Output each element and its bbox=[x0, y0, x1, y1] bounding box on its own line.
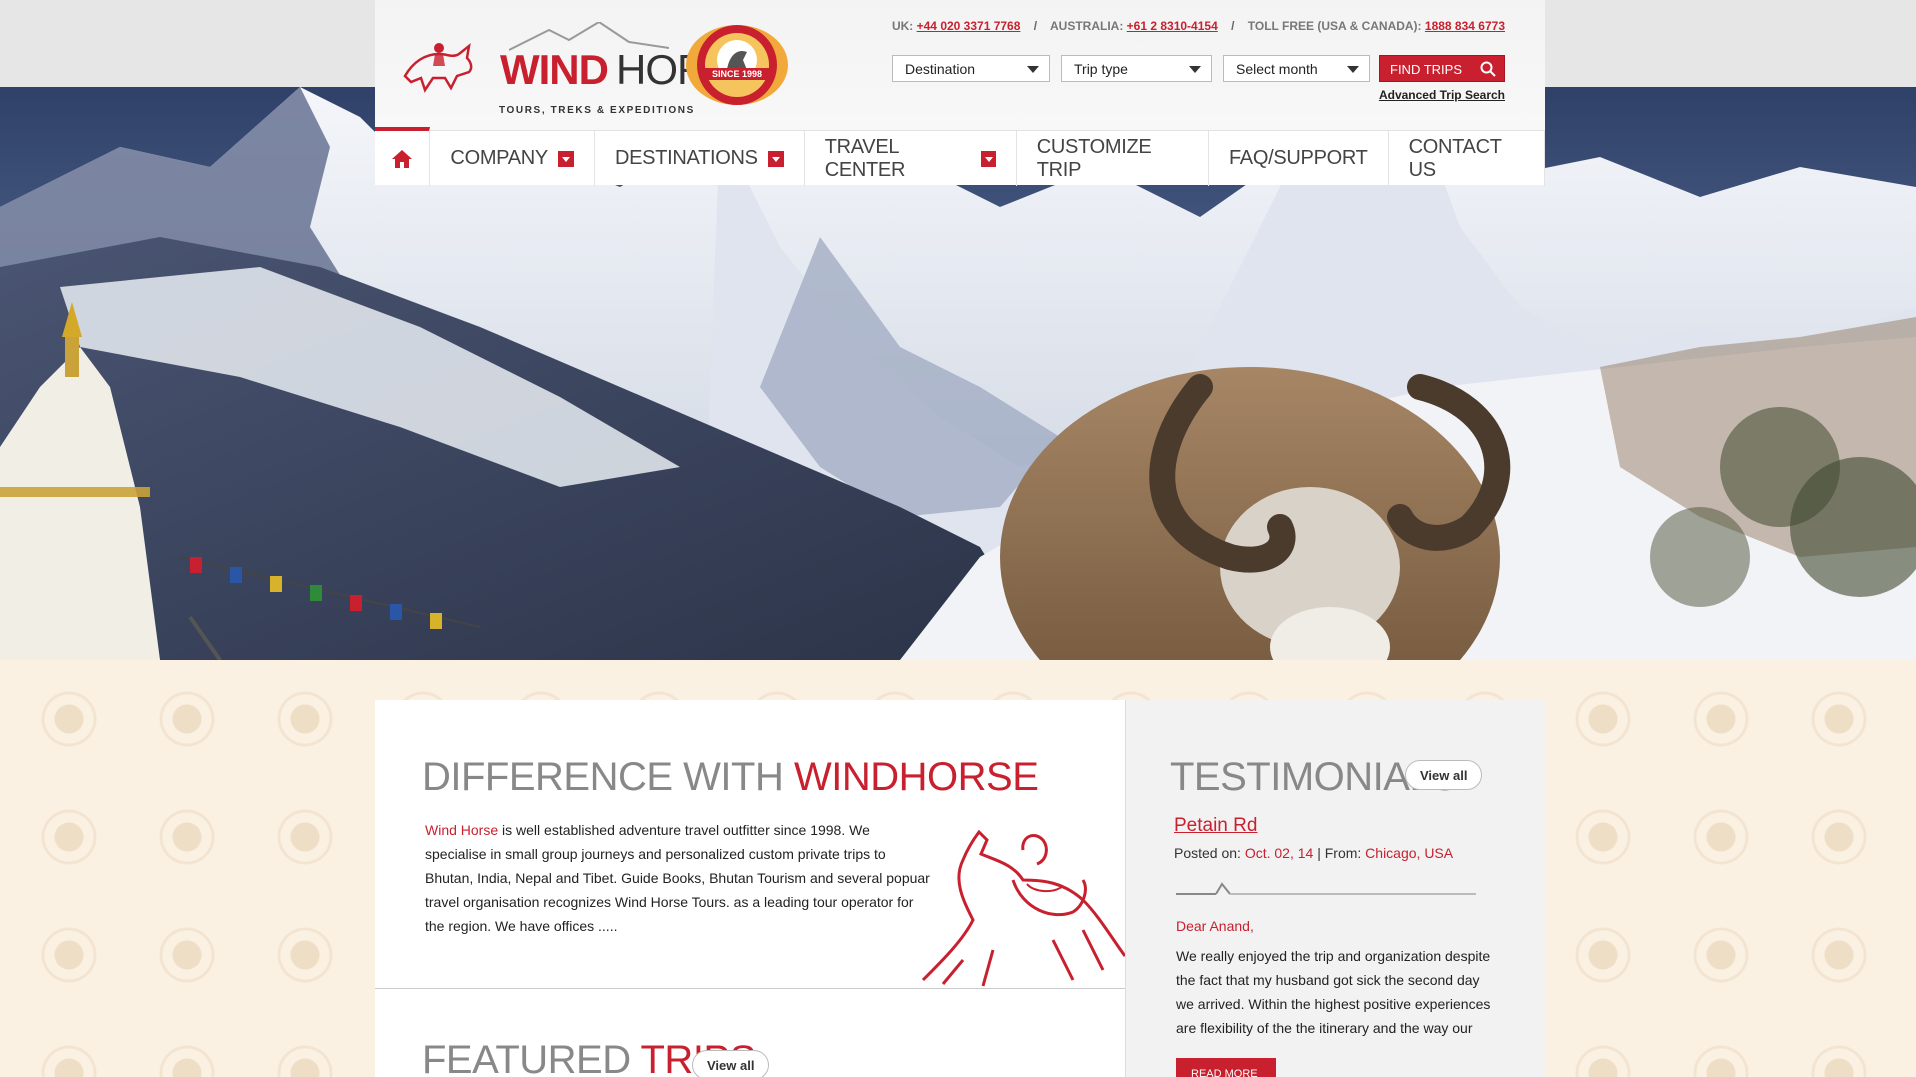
nav-label: CONTACT US bbox=[1408, 135, 1502, 181]
chevron-down-icon bbox=[1027, 66, 1039, 73]
badge-seal-icon: SINCE 1998 bbox=[686, 25, 788, 105]
separator: / bbox=[1231, 19, 1235, 33]
logo-tagline: TOURS, TREKS & EXPEDITIONS bbox=[499, 105, 695, 116]
advanced-trip-search-link[interactable]: Advanced Trip Search bbox=[1379, 88, 1505, 102]
featured-view-all-button[interactable]: View all bbox=[692, 1050, 770, 1077]
dropdown-caret-icon bbox=[981, 150, 996, 167]
uk-phone-link[interactable]: +44 020 3371 7768 bbox=[917, 19, 1021, 33]
testimonial-author-link[interactable]: Petain Rd bbox=[1174, 815, 1257, 837]
chevron-down-icon bbox=[1189, 66, 1201, 73]
about-paragraph: Wind Horse is well established adventure… bbox=[425, 818, 935, 938]
difference-heading: DIFFERENCE WITH WINDHORSE bbox=[422, 755, 1039, 800]
search-icon bbox=[1480, 61, 1496, 77]
posted-date: Oct. 02, 14 bbox=[1244, 845, 1314, 861]
tollfree-label: TOLL FREE (USA & CANADA): bbox=[1247, 19, 1422, 33]
windhorse-line-art-icon bbox=[921, 829, 1125, 987]
nav-item-customize-trip[interactable]: CUSTOMIZE TRIP bbox=[1017, 131, 1209, 186]
site-header: WIND HORSE TOURS, TREKS & EXPEDITIONS SI… bbox=[375, 0, 1546, 186]
logo-text-wind: WIND bbox=[500, 46, 609, 93]
australia-phone-link[interactable]: +61 2 8310-4154 bbox=[1127, 19, 1218, 33]
wind-horse-link[interactable]: Wind Horse bbox=[425, 822, 498, 838]
about-panel: DIFFERENCE WITH WINDHORSE Wind Horse is … bbox=[375, 700, 1125, 1077]
nav-home[interactable] bbox=[375, 127, 431, 186]
destination-select[interactable]: Destination bbox=[892, 55, 1050, 82]
testimonials-panel: TESTIMONIALS View all Petain Rd Posted o… bbox=[1125, 700, 1545, 1077]
nav-label: FAQ/SUPPORT bbox=[1228, 147, 1368, 169]
testimonial-body: We really enjoyed the trip and organizat… bbox=[1176, 948, 1491, 1036]
home-icon bbox=[392, 149, 413, 168]
contact-phones: UK: +44 020 3371 7768 / AUSTRALIA: +61 2… bbox=[892, 19, 1505, 33]
find-trips-button[interactable]: FIND TRIPS bbox=[1379, 55, 1505, 82]
nav-label: DESTINATIONS bbox=[614, 147, 758, 169]
read-more-button[interactable]: READ MORE bbox=[1176, 1058, 1276, 1077]
month-select[interactable]: Select month bbox=[1223, 55, 1370, 82]
nav-item-destinations[interactable]: DESTINATIONS bbox=[595, 131, 805, 186]
find-trips-label: FIND TRIPS bbox=[1390, 62, 1462, 77]
decorative-divider-icon bbox=[1176, 882, 1476, 895]
destination-select-value: Destination bbox=[905, 61, 976, 77]
nav-label: CUSTOMIZE TRIP bbox=[1036, 135, 1152, 181]
about-text: is well established adventure travel out… bbox=[425, 822, 930, 934]
from-label: | From: bbox=[1313, 845, 1366, 861]
featured-heading-grey: FEATURED bbox=[422, 1038, 641, 1077]
section-divider bbox=[375, 988, 1125, 989]
australia-label: AUSTRALIA: bbox=[1049, 19, 1124, 33]
chevron-down-icon bbox=[1347, 66, 1359, 73]
from-place: Chicago, USA bbox=[1365, 845, 1454, 861]
dropdown-caret-icon bbox=[557, 150, 574, 167]
month-select-value: Select month bbox=[1236, 61, 1318, 77]
dropdown-caret-icon bbox=[767, 150, 784, 167]
testimonial-meta: Posted on: Oct. 02, 14 | From: Chicago, … bbox=[1174, 845, 1453, 861]
separator: / bbox=[1033, 19, 1038, 33]
since-1998-badge: SINCE 1998 bbox=[685, 24, 789, 106]
main-nav: COMPANY DESTINATIONS TRAVEL CENTER CUSTO… bbox=[375, 127, 1546, 186]
nav-item-company[interactable]: COMPANY bbox=[430, 131, 595, 186]
testimonial-greeting: Dear Anand, bbox=[1176, 918, 1254, 934]
tollfree-phone-link[interactable]: 1888 834 6773 bbox=[1425, 19, 1505, 33]
difference-heading-grey: DIFFERENCE WITH bbox=[422, 755, 794, 799]
uk-label: UK: bbox=[891, 19, 914, 33]
nav-label: TRAVEL CENTER bbox=[824, 135, 906, 181]
nav-label: COMPANY bbox=[450, 147, 548, 169]
testimonials-view-all-button[interactable]: View all bbox=[1405, 760, 1483, 790]
nav-item-travel-center[interactable]: TRAVEL CENTER bbox=[805, 131, 1017, 186]
svg-text:SINCE 1998: SINCE 1998 bbox=[712, 69, 762, 79]
difference-heading-red: WINDHORSE bbox=[793, 755, 1039, 799]
horse-rider-logo-icon bbox=[403, 42, 473, 93]
nav-item-faq-support[interactable]: FAQ/SUPPORT bbox=[1209, 131, 1389, 186]
posted-label: Posted on: bbox=[1174, 845, 1245, 861]
trip-type-select[interactable]: Trip type bbox=[1061, 55, 1212, 82]
trip-type-select-value: Trip type bbox=[1074, 61, 1128, 77]
nav-item-contact-us[interactable]: CONTACT US bbox=[1389, 131, 1546, 186]
